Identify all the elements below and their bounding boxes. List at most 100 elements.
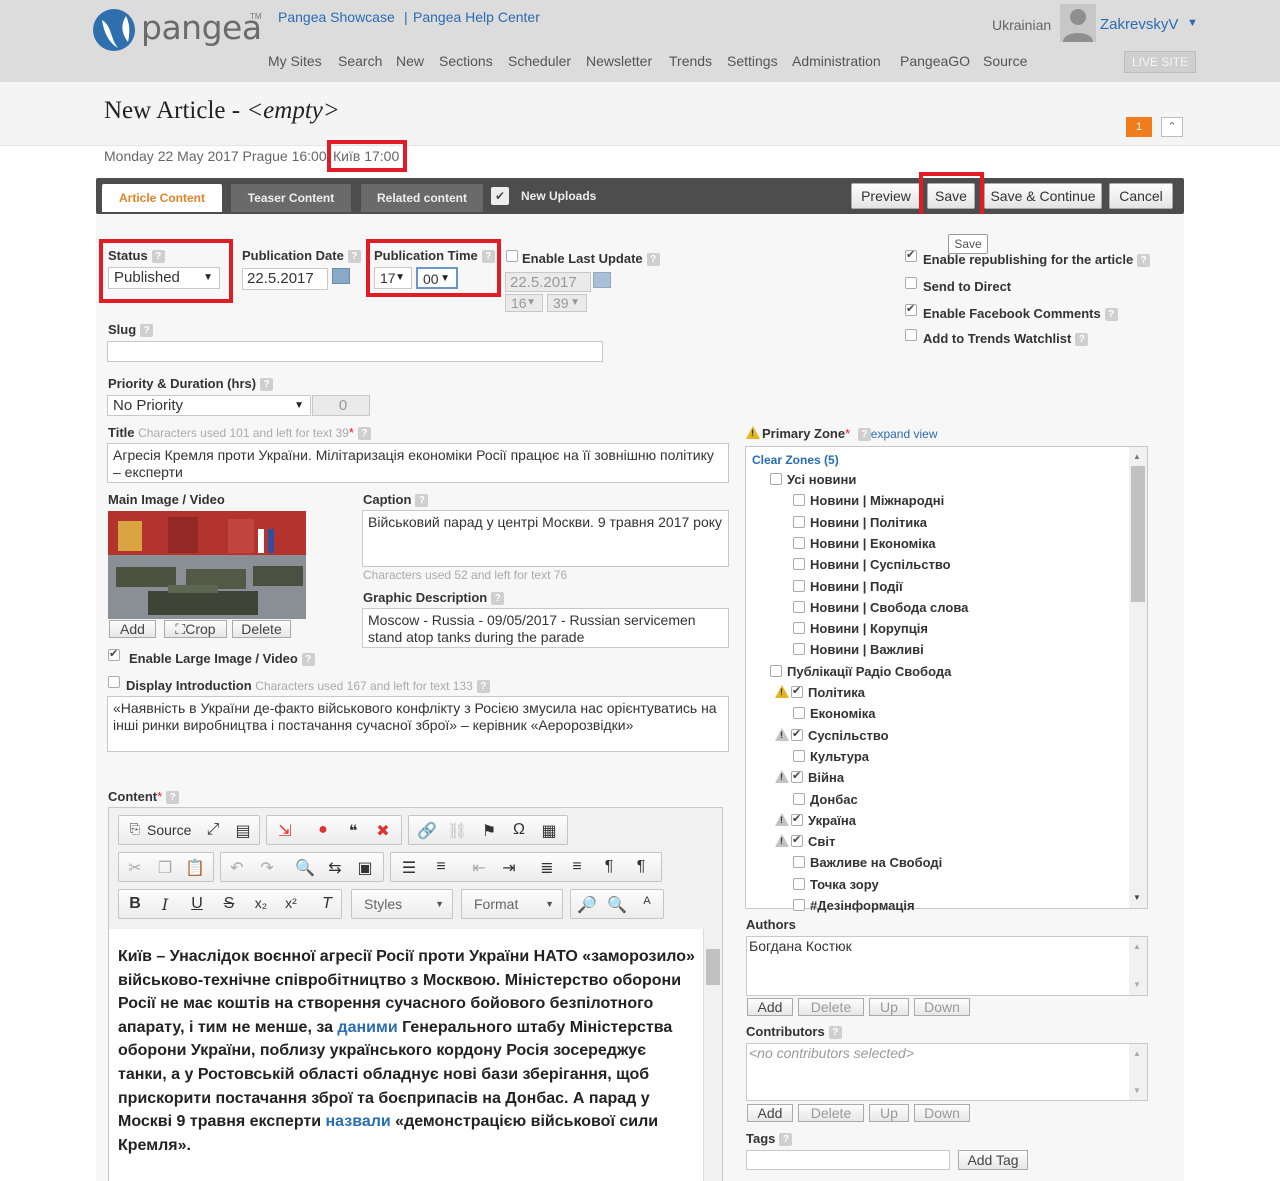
zone-checkbox[interactable]	[793, 601, 805, 613]
zone-item[interactable]: Усі новини	[770, 472, 856, 487]
indent-icon[interactable]: ⇥	[499, 858, 519, 878]
zone-item[interactable]: Новини | Важливі	[793, 642, 924, 657]
zone-item[interactable]: Новини | Свобода слова	[793, 600, 968, 615]
editor-body[interactable]: Київ – Унаслідок воєнної агресії Росії п…	[109, 929, 703, 1181]
quote-icon[interactable]: ❝	[343, 821, 363, 841]
contributors-up-button[interactable]: Up	[869, 1104, 909, 1122]
underline-icon[interactable]: U	[187, 895, 207, 913]
special-char-icon[interactable]: Ω	[509, 821, 529, 839]
outdent-icon[interactable]: ⇤	[469, 858, 489, 878]
styles-dropdown[interactable]: Styles ▼	[351, 889, 453, 919]
zone-item[interactable]: Новини | Економіка	[793, 536, 936, 551]
image-delete-button[interactable]: Delete	[232, 620, 291, 638]
author-item[interactable]: Богдана Костюк	[749, 938, 852, 954]
zones-scroll-thumb[interactable]	[1131, 466, 1145, 602]
zone-checkbox[interactable]	[793, 750, 805, 762]
tab-new-uploads[interactable]: New Uploads	[521, 184, 596, 208]
zone-item[interactable]: Новини | Суспільство	[793, 557, 951, 572]
bulleted-list-icon[interactable]: ≡	[431, 858, 451, 876]
tags-input[interactable]	[746, 1150, 950, 1170]
undo-icon[interactable]: ↶	[227, 858, 247, 878]
slug-input[interactable]	[107, 341, 603, 362]
editor-link[interactable]: назвали	[326, 1113, 391, 1130]
enable-last-update-checkbox[interactable]	[506, 250, 518, 262]
find-icon[interactable]: 🔍	[295, 858, 315, 878]
save-button[interactable]: Save	[927, 183, 975, 209]
zone-checkbox[interactable]	[791, 684, 803, 698]
main-image-thumbnail[interactable]	[108, 511, 306, 619]
editor-scrollbar[interactable]	[703, 929, 722, 1181]
format-dropdown[interactable]: Format ▼	[461, 889, 563, 919]
zone-item[interactable]: Новини | Корупція	[793, 621, 928, 636]
scroll-up-icon[interactable]: ▲	[1133, 942, 1141, 951]
anchor-flag-icon[interactable]: ⚑	[479, 821, 499, 841]
zone-item[interactable]: Точка зору	[793, 877, 879, 892]
help-icon[interactable]: ?	[646, 253, 660, 266]
link-pangea-showcase[interactable]: Pangea Showcase	[278, 9, 395, 25]
unlink-icon[interactable]: ⛓	[447, 821, 467, 841]
help-icon[interactable]: ?	[301, 653, 315, 666]
scroll-up-icon[interactable]: ▲	[1133, 452, 1141, 461]
help-icon[interactable]: ?	[1075, 333, 1089, 346]
nav-newsletter[interactable]: Newsletter	[586, 53, 652, 69]
contributors-add-button[interactable]: Add	[747, 1104, 793, 1122]
zone-checkbox[interactable]	[793, 899, 805, 911]
subscript-icon[interactable]: x₂	[251, 895, 271, 911]
help-icon[interactable]: ?	[491, 592, 505, 605]
zone-item[interactable]: Донбас	[793, 792, 858, 807]
contributors-delete-button[interactable]: Delete	[798, 1104, 864, 1122]
zone-item[interactable]: Культура	[793, 749, 869, 764]
redo-icon[interactable]: ↷	[257, 858, 277, 878]
user-menu[interactable]: ZakrevskyV	[1100, 16, 1178, 33]
align-left-icon[interactable]: ≣	[537, 858, 557, 878]
publication-minute-select[interactable]: 00 ▼	[416, 267, 458, 289]
source-button[interactable]: Source	[147, 822, 191, 838]
zone-item[interactable]: Публікації Радіо Свобода	[770, 664, 951, 679]
zone-item[interactable]: Політика	[775, 684, 865, 700]
zone-checkbox[interactable]	[793, 516, 805, 528]
nav-settings[interactable]: Settings	[727, 53, 778, 69]
zone-item[interactable]: Важливе на Свободі	[793, 855, 942, 870]
last-update-minute-select[interactable]: 39 ▼	[547, 294, 587, 312]
zone-checkbox[interactable]	[793, 537, 805, 549]
strikethrough-icon[interactable]: S	[219, 895, 239, 913]
enable-facebook-comments-checkbox[interactable]	[905, 302, 917, 316]
remove-embed-icon[interactable]: ✖	[373, 821, 393, 841]
paste-icon[interactable]: 📋	[185, 858, 205, 878]
nav-search[interactable]: Search	[338, 53, 382, 69]
calendar-icon[interactable]	[593, 272, 611, 288]
language-selector[interactable]: Ukrainian	[992, 17, 1051, 33]
align-right-icon[interactable]: ≡	[567, 858, 587, 876]
authors-delete-button[interactable]: Delete	[798, 998, 864, 1016]
show-blocks-icon[interactable]: ▤	[233, 821, 253, 841]
zoom-reset-icon[interactable]: A	[637, 895, 657, 907]
help-icon[interactable]: ?	[166, 791, 180, 804]
help-icon[interactable]: ?	[357, 427, 371, 440]
select-all-icon[interactable]: ▣	[355, 858, 375, 878]
insert-media-icon[interactable]: ⇲	[275, 821, 295, 841]
italic-icon[interactable]: I	[155, 895, 175, 914]
bold-icon[interactable]: B	[125, 895, 145, 913]
replace-icon[interactable]: ⇆	[325, 858, 345, 878]
map-pin-icon[interactable]: ●	[313, 821, 333, 839]
add-to-trends-checkbox[interactable]	[905, 329, 917, 341]
zone-checkbox[interactable]	[770, 473, 782, 485]
tab-related-content[interactable]: Related content	[361, 184, 483, 212]
duration-input[interactable]: 0	[312, 395, 370, 416]
image-add-button[interactable]: Add	[109, 620, 156, 638]
scroll-down-icon[interactable]: ▼	[1133, 893, 1141, 902]
publication-date-input[interactable]: 22.5.2017	[242, 268, 328, 290]
nav-trends[interactable]: Trends	[669, 53, 712, 69]
source-icon[interactable]: ⎘	[125, 821, 145, 837]
nav-scheduler[interactable]: Scheduler	[508, 53, 571, 69]
help-icon[interactable]: ?	[415, 494, 429, 507]
cut-icon[interactable]: ✂	[125, 858, 145, 878]
zone-checkbox[interactable]	[791, 769, 803, 783]
table-icon[interactable]: ▦	[539, 821, 559, 841]
display-introduction-checkbox[interactable]	[108, 676, 120, 688]
checkbox-list-icon[interactable]: ✔	[491, 187, 509, 205]
zone-item[interactable]: Новини | Міжнародні	[793, 493, 944, 508]
help-icon[interactable]: ?	[779, 1133, 793, 1146]
nav-sections[interactable]: Sections	[439, 53, 493, 69]
zone-item[interactable]: Суспільство	[775, 727, 889, 743]
